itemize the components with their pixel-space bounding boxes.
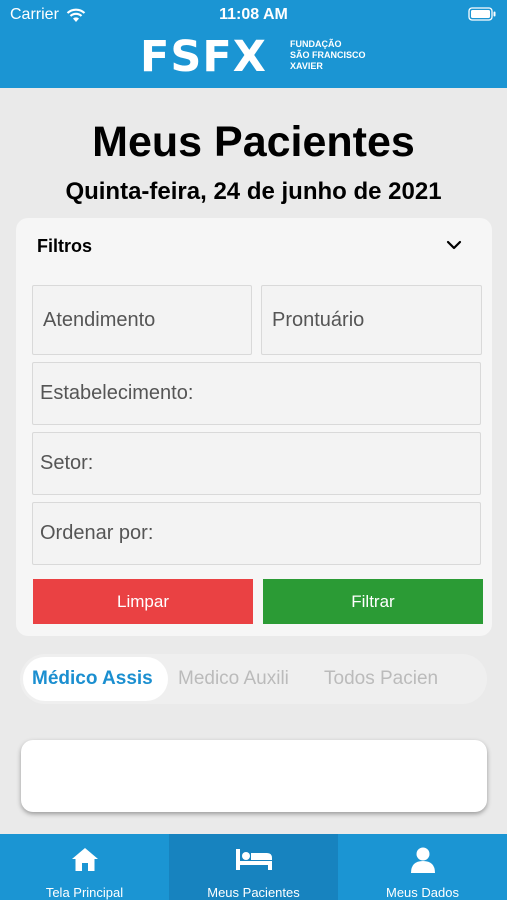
atendimento-placeholder: Atendimento xyxy=(43,308,156,331)
ordenar-select[interactable]: Ordenar por: xyxy=(32,502,481,565)
tab-medico-auxiliar[interactable]: Medico Auxili xyxy=(178,654,304,704)
chevron-down-icon[interactable] xyxy=(444,235,464,260)
tabbar-label: Tela Principal xyxy=(45,885,124,900)
page-title: Meus Pacientes xyxy=(92,118,415,166)
estabelecimento-label: Estabelecimento: xyxy=(40,382,194,404)
estabelecimento-select[interactable]: Estabelecimento: xyxy=(32,362,481,425)
logo-mark: FSFX xyxy=(140,32,267,82)
tabbar-label: Meus Dados xyxy=(386,885,459,900)
clear-button[interactable]: Limpar xyxy=(33,579,253,624)
logo-subtitle: FUNDAÇÃO SÃO FRANCISCO XAVIER xyxy=(290,39,366,72)
setor-label: Setor: xyxy=(40,452,94,474)
tabbar-item-meus-pacientes[interactable]: Meus Pacientes xyxy=(169,834,338,900)
setor-select[interactable]: Setor: xyxy=(32,432,481,495)
logo-sub-line-3: XAVIER xyxy=(290,61,323,71)
tabbar-label: Meus Pacientes xyxy=(207,885,300,900)
app-header: Carrier 11:08 AM FSFX FUNDAÇÃO SÃO FRANC… xyxy=(0,0,507,88)
tab-todos-pacientes[interactable]: Todos Pacien xyxy=(324,654,450,704)
tabbar-item-meus-dados[interactable]: Meus Dados xyxy=(338,834,507,900)
filter-button[interactable]: Filtrar xyxy=(263,579,483,624)
home-icon xyxy=(0,846,169,874)
tab-medico-assistente[interactable]: Médico Assis xyxy=(23,657,168,701)
user-icon xyxy=(338,846,507,874)
page-date: Quinta-feira, 24 de junho de 2021 xyxy=(65,178,442,205)
prontuario-placeholder: Prontuário xyxy=(272,308,365,331)
status-time: 11:08 AM xyxy=(219,6,288,23)
ordenar-label: Ordenar por: xyxy=(40,522,154,544)
status-bar: Carrier 11:08 AM xyxy=(0,6,507,26)
filter-title: Filtros xyxy=(37,236,93,256)
logo-sub-line-1: FUNDAÇÃO xyxy=(290,39,342,49)
patient-list-card xyxy=(21,740,487,812)
patient-segment-tabs: Médico Assis Medico Auxili Todos Pacien xyxy=(20,654,487,704)
logo-sub-line-2: SÃO FRANCISCO xyxy=(290,50,366,60)
bottom-tab-bar: Tela Principal Meus Pacientes Meus Dados xyxy=(0,834,507,900)
battery-icon xyxy=(468,7,496,26)
bed-icon xyxy=(169,846,338,874)
prontuario-input[interactable]: Prontuário xyxy=(261,285,482,355)
atendimento-input[interactable]: Atendimento xyxy=(32,285,252,355)
filter-panel: Filtros Atendimento Prontuário Estabelec… xyxy=(16,218,492,636)
tabbar-item-tela-principal[interactable]: Tela Principal xyxy=(0,834,169,900)
